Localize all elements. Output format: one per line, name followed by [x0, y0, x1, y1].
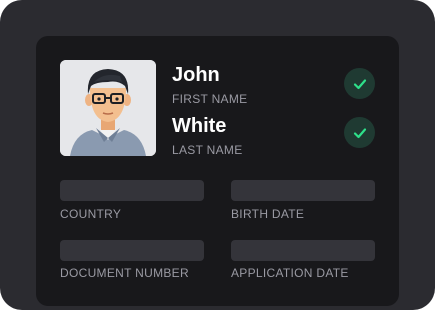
application-date-label: APPLICATION DATE	[231, 266, 349, 280]
first-name-verified-badge	[344, 68, 375, 99]
document-number-field	[60, 240, 204, 261]
id-card: John FIRST NAME White LAST NAME COUNTRY …	[36, 36, 399, 306]
document-number-label: DOCUMENT NUMBER	[60, 266, 189, 280]
check-icon	[353, 78, 366, 89]
first-name-label: FIRST NAME	[172, 92, 248, 106]
country-field	[60, 180, 204, 201]
id-card-frame: John FIRST NAME White LAST NAME COUNTRY …	[0, 0, 435, 310]
application-date-field	[231, 240, 375, 261]
last-name-label: LAST NAME	[172, 143, 243, 157]
birth-date-label: BIRTH DATE	[231, 207, 305, 221]
last-name-verified-badge	[344, 117, 375, 148]
country-label: COUNTRY	[60, 207, 122, 221]
first-name-block: John FIRST NAME	[172, 64, 247, 106]
last-name-value: White	[172, 115, 227, 137]
avatar	[60, 60, 156, 156]
birth-date-field	[231, 180, 375, 201]
last-name-block: White LAST NAME	[172, 115, 243, 157]
first-name-value: John	[172, 64, 220, 86]
check-icon	[353, 127, 366, 138]
